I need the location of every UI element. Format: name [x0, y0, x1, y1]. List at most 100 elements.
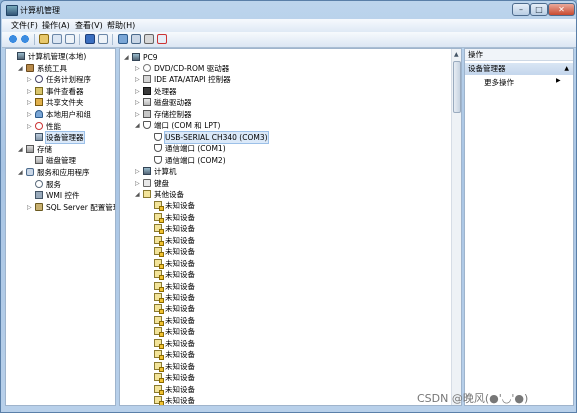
unknown-device-icon [154, 258, 164, 269]
nav-item-label: 服务 [46, 179, 61, 189]
scroll-up-icon[interactable]: ▲ [454, 51, 459, 58]
maximize-button[interactable]: □ [530, 3, 548, 16]
expand-icon[interactable]: ▷ [135, 97, 140, 108]
nav-item-label: 性能 [46, 121, 61, 131]
app-icon [6, 5, 18, 16]
device-item-label: 未知设备 [165, 293, 195, 302]
actions-section-label: 设备管理器 [468, 64, 506, 73]
actions-section-device-manager[interactable]: 设备管理器 ▲ [465, 63, 573, 75]
dvd-drive-icon [143, 64, 151, 72]
other-devices-icon [143, 189, 151, 198]
device-item-label: 未知设备 [165, 304, 195, 314]
uninstall-device-icon[interactable] [157, 34, 167, 44]
navigation-tree[interactable]: 计算机管理(本地) ◢ 系统工具 ▷ 任务计划程序 ▷ 事件查看器 ▷ 共享文件夹 ▷ 本地用户和组… [5, 48, 116, 406]
warning-icon [159, 309, 164, 315]
unknown-device-icon [154, 281, 164, 292]
title-bar[interactable]: 计算机管理 – □ ✕ [1, 1, 576, 19]
expand-icon[interactable]: ▷ [135, 166, 140, 177]
vertical-scrollbar[interactable]: ▲ [451, 49, 461, 405]
properties-icon[interactable] [65, 34, 75, 44]
device-item-label: 未知设备 [165, 258, 195, 268]
unknown-device-icon [154, 350, 164, 361]
nav-item-label: 磁盘管理 [46, 156, 76, 166]
warning-icon [159, 263, 164, 269]
warning-icon [159, 355, 164, 361]
warning-icon [159, 206, 164, 212]
unknown-device-icon [154, 293, 164, 303]
computer-management-icon [17, 52, 25, 60]
device-item-label: 键盘 [154, 178, 169, 188]
warning-icon [159, 401, 164, 405]
warning-icon [159, 252, 164, 258]
unknown-device-icon [154, 247, 164, 258]
update-driver-icon[interactable] [131, 34, 141, 44]
device-tree[interactable]: ◢ PC9 ▲ ▷ DVD/CD-ROM 驱动器 ▷ IDE ATA/ATAPI 控制… [119, 48, 462, 406]
computer-icon [143, 167, 151, 176]
device-item-label: 未知设备 [165, 247, 195, 257]
nav-item-label: WMI 控件 [46, 191, 80, 201]
root-label: PC9 [143, 53, 158, 62]
collapse-icon[interactable]: ◢ [135, 189, 140, 200]
device-item-label: 未知设备 [165, 327, 195, 337]
unknown-device-icon [154, 338, 164, 349]
menu-help[interactable]: 帮助(H) [107, 20, 135, 31]
more-actions-arrow-icon: ▶ [556, 77, 561, 84]
warning-icon [159, 343, 164, 349]
nav-item-label: 事件查看器 [46, 86, 84, 96]
services-apps-icon [26, 168, 34, 176]
device-item-label: 未知设备 [165, 315, 195, 325]
unknown-device-icon [154, 315, 164, 326]
device-item-label: 未知设备 [165, 270, 195, 280]
collapse-icon[interactable]: ◢ [135, 120, 140, 131]
scan-hardware-icon[interactable] [118, 34, 128, 44]
unknown-device-icon [154, 384, 164, 395]
task-scheduler-icon [35, 75, 43, 84]
unknown-device-icon [154, 327, 164, 338]
more-actions-link[interactable]: 更多操作 ▶ [484, 77, 561, 88]
show-hide-tree-icon[interactable] [52, 34, 62, 44]
unknown-device-icon [154, 396, 164, 405]
minimize-button[interactable]: – [512, 3, 530, 16]
nav-item-label: 存储 [37, 144, 52, 154]
expand-icon[interactable]: ▷ [27, 109, 32, 120]
expand-icon[interactable]: ▷ [135, 178, 140, 189]
warning-icon [159, 229, 164, 235]
collapse-icon[interactable]: ◢ [18, 144, 23, 155]
port-device-icon [154, 155, 162, 164]
port-device-icon [154, 132, 162, 141]
collapse-icon[interactable]: ◢ [18, 63, 23, 74]
storage-icon [26, 144, 34, 153]
expand-icon[interactable]: ▷ [27, 202, 32, 213]
back-icon[interactable] [8, 34, 18, 44]
computer-icon [132, 53, 140, 61]
collapse-icon[interactable]: ▲ [564, 63, 569, 75]
forward-icon[interactable] [20, 34, 30, 44]
up-folder-icon[interactable] [39, 34, 49, 44]
expand-icon[interactable]: ▷ [27, 121, 32, 132]
unknown-device-icon [154, 201, 164, 212]
close-button[interactable]: ✕ [548, 3, 575, 16]
menu-action[interactable]: 操作(A) [42, 20, 70, 31]
menu-view[interactable]: 查看(V) [75, 20, 103, 31]
warning-icon [159, 366, 164, 372]
expand-icon[interactable]: ▷ [27, 97, 32, 108]
collapse-icon[interactable]: ◢ [18, 167, 23, 178]
wmi-icon [35, 191, 43, 200]
help-icon[interactable] [85, 34, 95, 44]
expand-icon[interactable]: ▷ [27, 74, 32, 85]
menu-file[interactable]: 文件(F) [11, 20, 38, 31]
disable-device-icon[interactable] [144, 34, 154, 44]
expand-icon[interactable]: ▷ [135, 74, 140, 85]
expand-icon[interactable]: ▷ [135, 86, 140, 97]
services-icon [35, 179, 43, 188]
sql-server-icon [35, 202, 43, 211]
expand-icon[interactable]: ▷ [135, 109, 140, 120]
device-item-label: 磁盘驱动器 [154, 98, 192, 108]
view-icon[interactable] [98, 34, 108, 44]
scroll-thumb[interactable] [453, 61, 461, 113]
processor-icon [143, 86, 151, 95]
expand-icon[interactable]: ▷ [135, 63, 140, 74]
warning-icon [159, 217, 164, 223]
expand-icon[interactable]: ▷ [27, 86, 32, 97]
device-item-label: 未知设备 [165, 338, 195, 348]
